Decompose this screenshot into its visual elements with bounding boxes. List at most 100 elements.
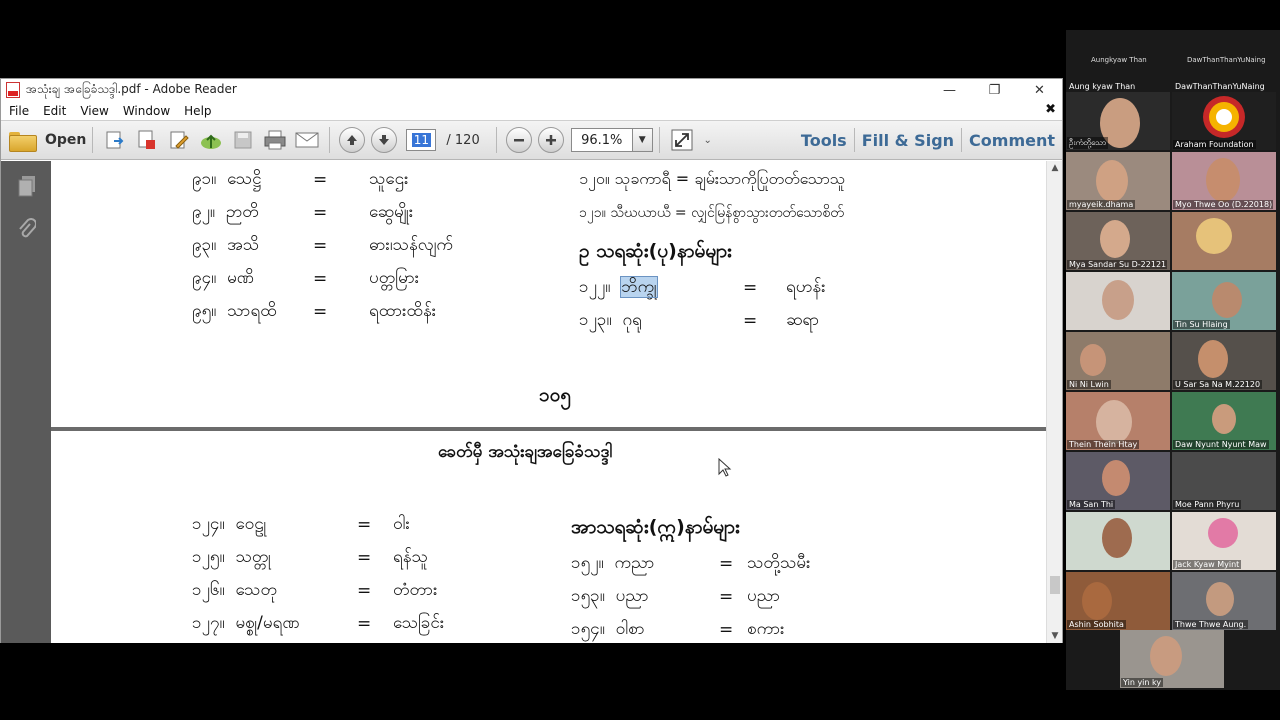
participant-tile[interactable]: Tin Su Hlaing [1172, 272, 1276, 330]
edit-pdf-icon[interactable] [166, 127, 192, 153]
window-controls: — ❐ ✕ [927, 79, 1062, 101]
equals-sign: = [313, 203, 328, 223]
comment-link[interactable]: Comment [962, 131, 1062, 150]
menu-edit[interactable]: Edit [35, 104, 72, 118]
meaning-text: ပတ္တမြား [369, 268, 420, 288]
meaning-text: ဆွေမျိုး [369, 202, 414, 222]
page-divider [51, 427, 1047, 431]
page-total: / 120 [446, 132, 480, 148]
zoom-in-button[interactable] [537, 127, 564, 153]
meaning-text: တံတား [393, 580, 438, 600]
fit-window-icon[interactable] [669, 127, 695, 153]
page-number: ၁၀၅ [539, 384, 572, 406]
document-view[interactable]: ၉၁။ သေဋ္ဌိ = သူဌေး ၉၂။ ဉာတိ = ဆွေမျိုး ၉… [51, 161, 1047, 643]
participant-tile[interactable]: Moe Pann Phyru [1172, 452, 1276, 510]
equals-sign: = [357, 515, 372, 535]
tools-link[interactable]: Tools [794, 131, 854, 150]
mouse-cursor-icon [718, 458, 732, 477]
selected-word[interactable]: ဘိက္ခု [620, 276, 658, 298]
maximize-button[interactable]: ❐ [972, 79, 1017, 101]
pdf-file-icon [6, 82, 20, 98]
participant-video [1206, 582, 1234, 616]
page1-left-row: ၉၁။ သေဋ္ဌိ [192, 169, 262, 189]
participant-tile[interactable]: Mya Sandar Su D-22121 [1066, 212, 1170, 270]
participant-tile[interactable]: Jack Kyaw Myint [1172, 512, 1276, 570]
participant-name-row: DawThanThanYuNaing [1172, 78, 1276, 92]
video-call-gallery: Aungkyaw Than DawThanThanYuNaing Aung ky… [1066, 30, 1280, 690]
menu-help[interactable]: Help [176, 104, 217, 118]
participant-tile[interactable]: Myo Thwe Oo (D.22018) [1172, 152, 1276, 210]
participant-tile[interactable]: Araham Foundation [1172, 92, 1276, 150]
meaning-text: စကား [747, 619, 785, 639]
participant-tile[interactable]: Thein Thein Htay [1066, 392, 1170, 450]
participant-video [1206, 158, 1240, 202]
previous-page-button[interactable] [339, 127, 366, 153]
page2-left-row: ၁၂၇။ မစ္စု/မရဏ [192, 613, 300, 633]
meaning-text: ရန်သူ [393, 547, 428, 567]
participant-tile[interactable]: Yin yin ky [1120, 630, 1224, 688]
fill-sign-link[interactable]: Fill & Sign [855, 131, 961, 150]
participant-tile[interactable] [1066, 512, 1170, 570]
toolbar-separator [92, 127, 94, 153]
save-icon[interactable] [230, 127, 256, 153]
participant-tile[interactable]: Ashin Sobhita [1066, 572, 1170, 630]
participant-video [1212, 282, 1242, 318]
page-header-title: ခေတ်မှီ အသုံးချအခြေခံသဒ္ဒါ [438, 442, 613, 462]
screen: အသုံးချ အခြေခံသဒ္ဒါ.pdf - Adobe Reader —… [0, 0, 1280, 720]
participant-tile[interactable]: Thwe Thwe Aung. [1172, 572, 1276, 630]
close-button[interactable]: ✕ [1017, 79, 1062, 101]
window-title: အသုံးချ အခြေခံသဒ္ဒါ.pdf - Adobe Reader [26, 82, 237, 96]
meaning-text: ဝါး [393, 514, 410, 534]
scrollbar-thumb[interactable] [1050, 576, 1060, 594]
page1-left-row: ၉၂။ ဉာတိ [192, 202, 259, 222]
participant-tile[interactable]: ဦးကံတို့သော [1066, 92, 1170, 150]
page1-left-row: ၉၄။ မဏိ [192, 268, 254, 288]
zoom-dropdown-icon[interactable]: ▼ [632, 128, 653, 152]
participant-tile[interactable]: Daw Nyunt Nyunt Maw [1172, 392, 1276, 450]
zoom-out-button[interactable] [505, 127, 532, 153]
minimize-button[interactable]: — [927, 79, 972, 101]
equals-sign: = [357, 614, 372, 634]
email-icon[interactable] [294, 127, 320, 153]
toolbar-separator [329, 127, 331, 153]
participant-video [1100, 220, 1130, 258]
attachments-icon[interactable] [16, 217, 38, 243]
participant-tile[interactable]: Ma San Thi [1066, 452, 1170, 510]
meaning-text: ပညာ [747, 586, 781, 606]
close-document-button[interactable]: ✖ [1045, 102, 1056, 117]
open-button[interactable]: Open [9, 130, 86, 152]
equals-sign: = [743, 311, 758, 331]
create-pdf-icon[interactable] [102, 127, 128, 153]
meaning-text: ရဟန်း [786, 277, 826, 297]
meaning-text: ဓား၊သန်လျက် [369, 235, 454, 255]
customize-toolbar-icon[interactable]: ⌄ [701, 127, 715, 153]
folder-icon [9, 130, 37, 152]
page1-left-row: ၉၃။ အသိ [192, 235, 260, 255]
upload-cloud-icon[interactable] [198, 127, 224, 153]
participant-tile[interactable] [1172, 212, 1276, 270]
print-icon[interactable] [262, 127, 288, 153]
participant-tile[interactable] [1066, 272, 1170, 330]
scroll-down-icon[interactable]: ▼ [1047, 629, 1063, 643]
participant-video [1196, 218, 1232, 254]
zoom-level-input[interactable]: 96.1% [570, 128, 633, 152]
page1-right-row: ၁၂၂။ ဘိက္ခု [579, 276, 658, 298]
next-page-button[interactable] [371, 127, 398, 153]
export-pdf-icon[interactable] [134, 127, 160, 153]
equals-sign: = [313, 269, 328, 289]
participant-tile[interactable]: myayeik.dhama [1066, 152, 1170, 210]
menu-file[interactable]: File [1, 104, 35, 118]
foundation-logo-icon [1203, 96, 1245, 138]
menu-view[interactable]: View [72, 104, 114, 118]
participant-video [1082, 582, 1112, 620]
page-thumbnails-icon[interactable] [16, 173, 38, 199]
vertical-scrollbar[interactable]: ▲ ▼ [1046, 161, 1062, 643]
page1-right-line: ၁၂၁။ သီဃယာယီ = လျှင်မြန်စွာသွားတတ်သောစိတ… [579, 205, 844, 221]
menu-window[interactable]: Window [115, 104, 176, 118]
participant-tile[interactable]: U Sar Sa Na M.22120 [1172, 332, 1276, 390]
scroll-up-icon[interactable]: ▲ [1047, 161, 1063, 175]
participant-tile[interactable]: Ni Ni Lwin [1066, 332, 1170, 390]
participant-video [1208, 518, 1238, 548]
meaning-text: သတို့သမီး [747, 553, 811, 573]
page-number-input[interactable]: 11 [406, 129, 437, 151]
